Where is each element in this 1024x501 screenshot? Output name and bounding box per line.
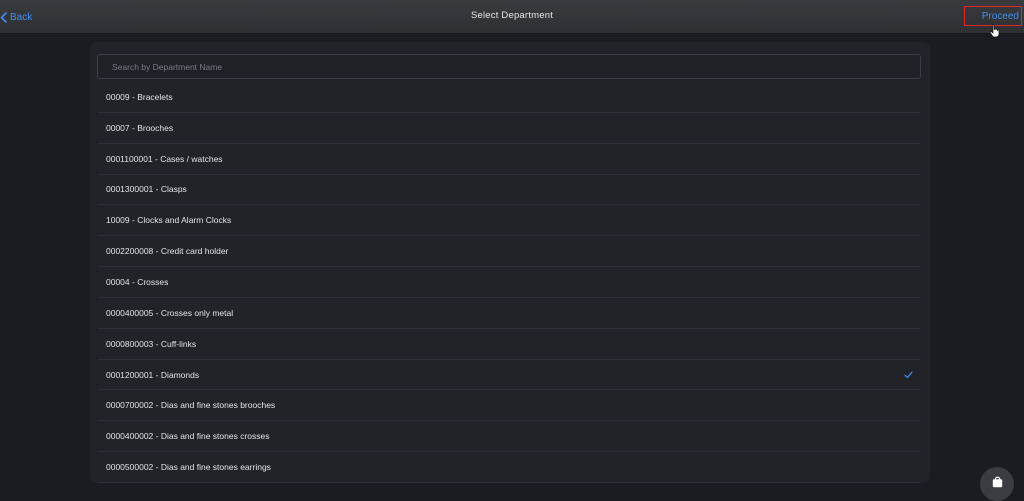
department-row[interactable]: 0001100001 - Cases / watches xyxy=(98,144,920,175)
top-navigation-bar: Back Select Department Proceed xyxy=(0,0,1024,34)
department-row[interactable]: 00007 - Brooches xyxy=(98,113,920,144)
department-label: 0002200008 - Credit card holder xyxy=(106,246,229,257)
department-label: 00007 - Brooches xyxy=(106,122,174,133)
hand-pointer-icon xyxy=(989,24,1000,38)
department-row[interactable]: 0000800003 - Cuff-links xyxy=(98,329,920,360)
department-row[interactable]: 0001200001 - Diamonds xyxy=(98,360,920,391)
department-row[interactable]: 00004 - Crosses xyxy=(98,267,920,298)
department-row[interactable]: 0000400005 - Crosses only metal xyxy=(98,298,920,329)
department-row[interactable]: 00009 - Bracelets xyxy=(98,82,920,113)
proceed-label: Proceed xyxy=(981,10,1019,22)
department-list: 00009 - Bracelets 00007 - Brooches 0001100… xyxy=(98,82,920,483)
department-label: 0000800003 - Cuff-links xyxy=(106,338,197,349)
search-field[interactable] xyxy=(97,54,921,79)
department-label: 00004 - Crosses xyxy=(106,276,169,287)
department-label: 00009 - Bracelets xyxy=(106,91,173,102)
department-label: 0001100001 - Cases / watches xyxy=(106,153,223,164)
department-row[interactable]: 0000500002 - Dias and fine stones earrin… xyxy=(98,452,920,483)
proceed-button[interactable]: Proceed xyxy=(964,6,1022,26)
department-label: 0001200001 - Diamonds xyxy=(106,369,200,380)
department-row[interactable]: 0000400002 - Dias and fine stones crosse… xyxy=(98,421,920,453)
department-label: 0000500002 - Dias and fine stones earrin… xyxy=(106,462,271,473)
department-label: 0001300001 - Clasps xyxy=(106,184,187,195)
department-label: 10009 - Clocks and Alarm Clocks xyxy=(106,215,232,226)
department-row[interactable]: 0001300001 - Clasps xyxy=(98,175,920,206)
department-row[interactable]: 10009 - Clocks and Alarm Clocks xyxy=(98,205,920,237)
cart-fab-button[interactable] xyxy=(980,467,1014,501)
checkmark-icon xyxy=(904,371,913,378)
shopping-bag-icon xyxy=(992,476,1002,487)
department-label: 0000400005 - Crosses only metal xyxy=(106,307,234,318)
department-panel: 00009 - Bracelets 00007 - Brooches 0001100… xyxy=(90,42,930,483)
department-row[interactable]: 0002200008 - Credit card holder xyxy=(98,236,920,268)
department-row[interactable]: 0000700002 - Dias and fine stones brooch… xyxy=(98,390,920,422)
department-label: 0000400002 - Dias and fine stones crosse… xyxy=(106,431,270,442)
page-title: Select Department xyxy=(470,10,554,21)
department-label: 0000700002 - Dias and fine stones brooch… xyxy=(106,400,276,411)
search-input[interactable] xyxy=(98,55,920,78)
